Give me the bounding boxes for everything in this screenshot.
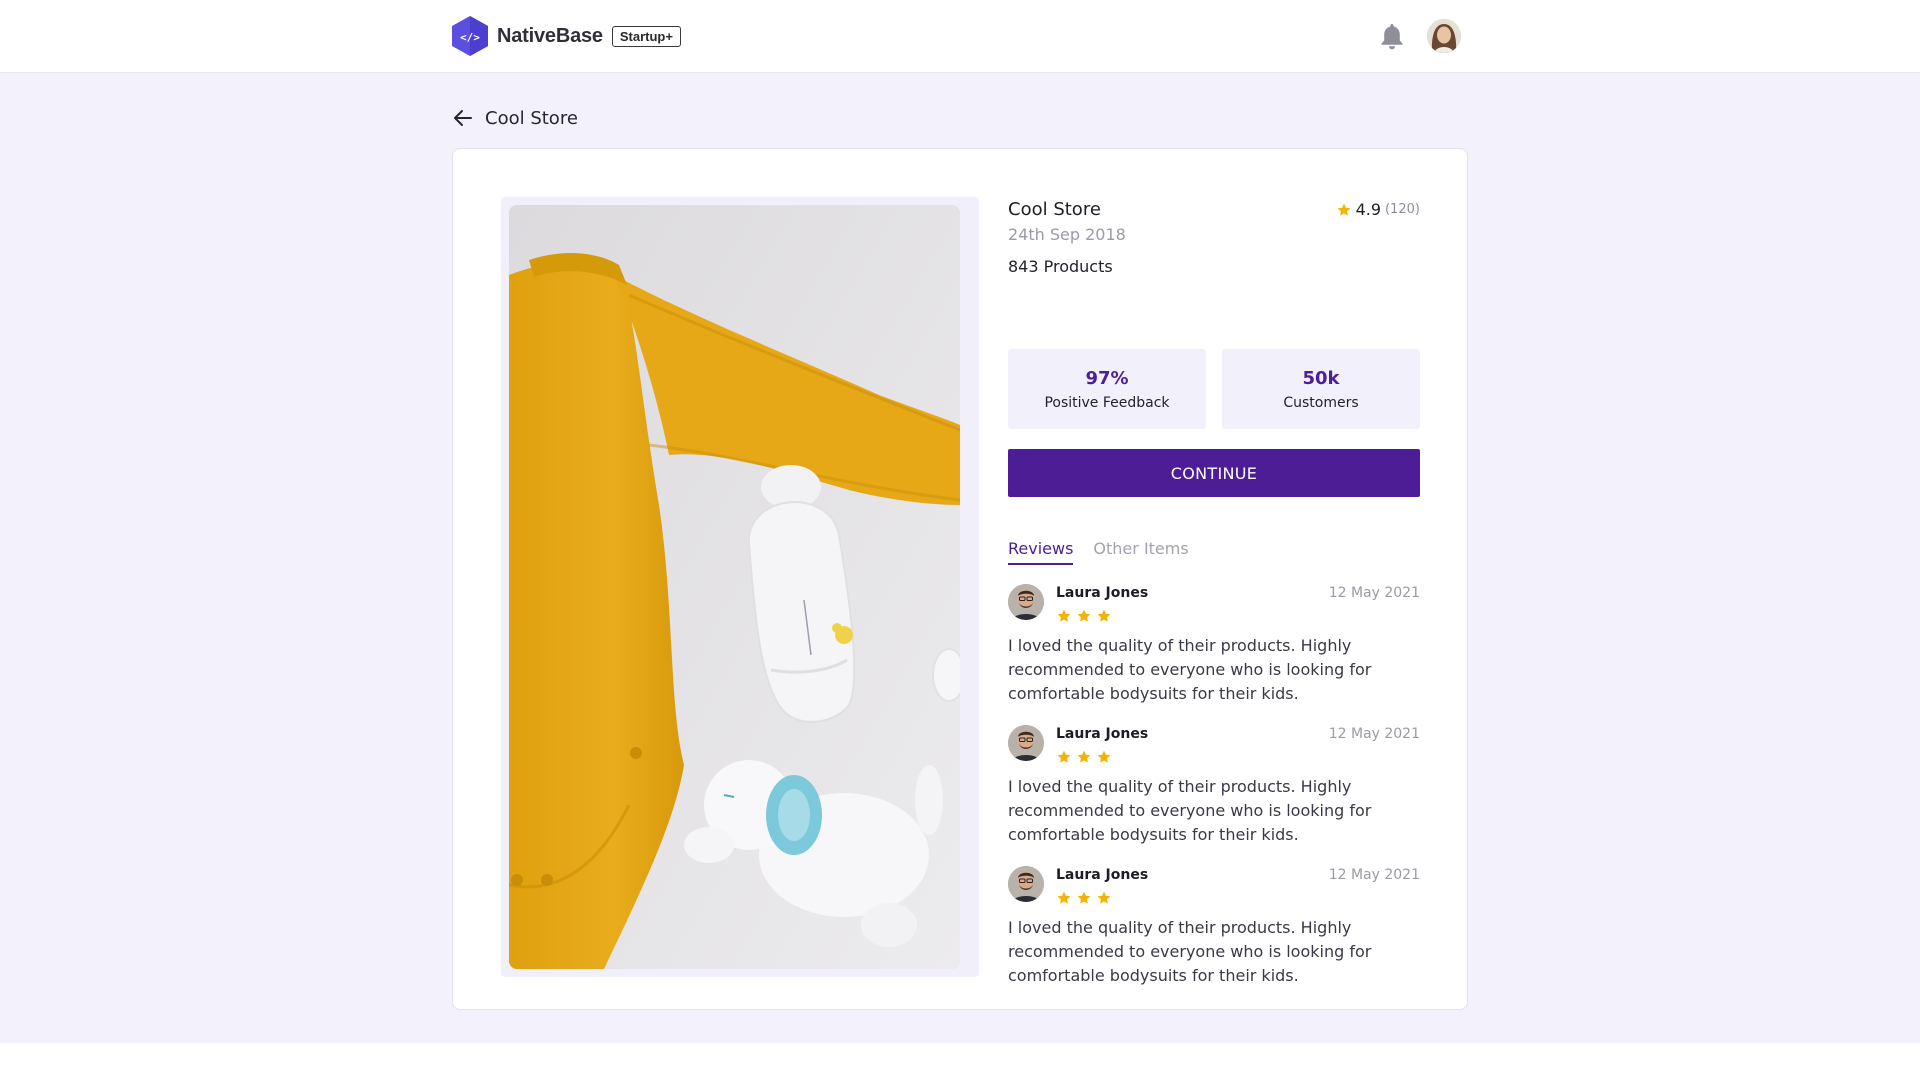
rating-value: 4.9 bbox=[1355, 200, 1382, 219]
reviewer-name: Laura Jones bbox=[1056, 867, 1149, 883]
breadcrumb: Cool Store bbox=[451, 105, 578, 131]
star-icon bbox=[1077, 891, 1091, 904]
stat-label: Customers bbox=[1283, 395, 1359, 411]
list-item: Laura Jones 12 May 2021 I loved the qual… bbox=[1008, 725, 1420, 866]
reviewer-avatar bbox=[1008, 584, 1044, 620]
store-date: 24th Sep 2018 bbox=[1008, 225, 1126, 244]
reviewer-avatar bbox=[1008, 725, 1044, 761]
reviews-list: Laura Jones 12 May 2021 I loved the qual… bbox=[1008, 584, 1420, 1007]
review-date: 12 May 2021 bbox=[1328, 585, 1420, 601]
tab-other-items[interactable]: Other Items bbox=[1093, 539, 1188, 565]
stat-label: Positive Feedback bbox=[1044, 395, 1170, 411]
review-text: I loved the quality of their products. H… bbox=[1008, 918, 1372, 985]
stat-value: 97% bbox=[1085, 368, 1129, 389]
review-stars bbox=[1056, 608, 1116, 624]
star-icon bbox=[1097, 891, 1111, 904]
review-stars bbox=[1056, 890, 1116, 906]
stat-value: 50k bbox=[1302, 368, 1340, 389]
reviewer-name: Laura Jones bbox=[1056, 726, 1149, 742]
tab-reviews[interactable]: Reviews bbox=[1008, 539, 1074, 565]
review-stars bbox=[1056, 749, 1116, 765]
store-rating: 4.9 (120) bbox=[1336, 200, 1420, 219]
star-icon bbox=[1057, 750, 1071, 763]
star-icon bbox=[1337, 203, 1350, 216]
list-item: Laura Jones 12 May 2021 I loved the qual… bbox=[1008, 584, 1420, 725]
star-icon bbox=[1057, 609, 1071, 622]
product-image bbox=[509, 205, 960, 969]
continue-button[interactable]: CONTINUE bbox=[1008, 449, 1420, 497]
reviewer-name: Laura Jones bbox=[1056, 585, 1149, 601]
tab-bar: Reviews Other Items bbox=[1008, 539, 1189, 565]
top-header: </> NativeBase Startup+ bbox=[0, 0, 1920, 73]
logo-hex-icon: </> bbox=[452, 16, 488, 56]
arrow-left-icon[interactable] bbox=[451, 106, 475, 130]
review-date: 12 May 2021 bbox=[1328, 726, 1420, 742]
star-icon bbox=[1097, 609, 1111, 622]
review-text: I loved the quality of their products. H… bbox=[1008, 636, 1372, 703]
plan-badge: Startup+ bbox=[611, 25, 681, 47]
review-text: I loved the quality of their products. H… bbox=[1008, 777, 1372, 844]
brand-logo[interactable]: </> NativeBase Startup+ bbox=[451, 15, 681, 57]
store-card: Cool Store 24th Sep 2018 843 Products 4.… bbox=[452, 148, 1468, 1010]
user-avatar[interactable] bbox=[1427, 19, 1461, 53]
bell-icon[interactable] bbox=[1379, 22, 1405, 50]
product-image-frame bbox=[501, 197, 979, 977]
brand-name: NativeBase bbox=[497, 24, 603, 47]
star-icon bbox=[1097, 750, 1111, 763]
store-name: Cool Store bbox=[1008, 199, 1101, 220]
stat-positive-feedback: 97% Positive Feedback bbox=[1008, 349, 1206, 429]
reviewer-avatar bbox=[1008, 866, 1044, 902]
star-icon bbox=[1057, 891, 1071, 904]
review-date: 12 May 2021 bbox=[1328, 867, 1420, 883]
product-count: 843 Products bbox=[1008, 257, 1113, 276]
rating-count: (120) bbox=[1385, 202, 1420, 217]
page-title: Cool Store bbox=[485, 107, 578, 129]
list-item: Laura Jones 12 May 2021 I loved the qual… bbox=[1008, 866, 1420, 1007]
logo-glyph: </> bbox=[460, 31, 480, 44]
star-icon bbox=[1077, 609, 1091, 622]
star-icon bbox=[1077, 750, 1091, 763]
stat-customers: 50k Customers bbox=[1222, 349, 1420, 429]
